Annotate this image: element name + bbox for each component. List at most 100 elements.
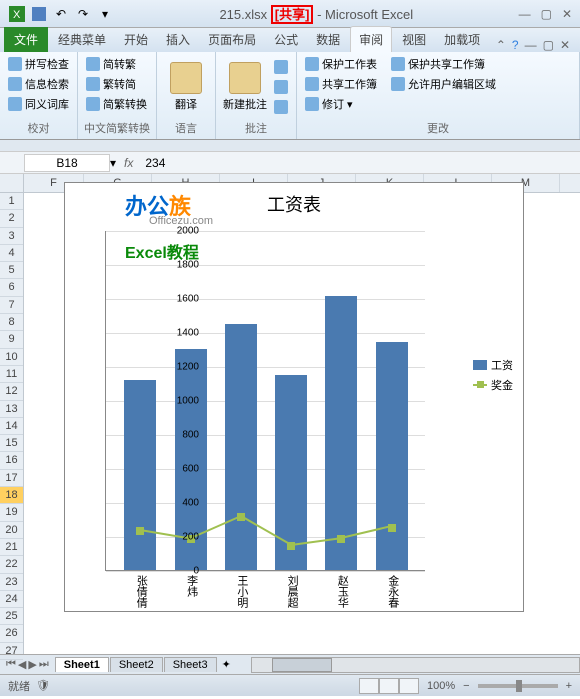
- row-header[interactable]: 21: [0, 539, 23, 556]
- view-break-icon[interactable]: [399, 678, 419, 694]
- ribbon-tab[interactable]: 数据: [308, 27, 348, 52]
- spellcheck-button[interactable]: 拼写检查: [6, 55, 71, 73]
- row-header[interactable]: 20: [0, 522, 23, 539]
- translate-button[interactable]: 翻译: [163, 55, 209, 118]
- x-label: 赵玉华: [334, 575, 350, 608]
- row-header[interactable]: 23: [0, 574, 23, 591]
- dropdown-icon[interactable]: ▾: [110, 156, 116, 170]
- ribbon-tab[interactable]: 页面布局: [200, 27, 264, 52]
- row-header[interactable]: 9: [0, 331, 23, 348]
- excel-icon[interactable]: X: [8, 5, 26, 23]
- row-header[interactable]: 18: [0, 487, 23, 504]
- group-language: 语言: [163, 118, 209, 136]
- row-header[interactable]: 24: [0, 591, 23, 608]
- row-header[interactable]: 14: [0, 418, 23, 435]
- redo-icon[interactable]: ↷: [74, 5, 92, 23]
- help-icon[interactable]: ?: [512, 38, 519, 52]
- ribbon-tab[interactable]: 审阅: [350, 26, 392, 52]
- row-header[interactable]: 17: [0, 470, 23, 487]
- share-book-button[interactable]: 共享工作簿: [303, 75, 379, 93]
- protect-book-button[interactable]: 保护共享工作簿: [389, 55, 487, 73]
- row-header[interactable]: 12: [0, 383, 23, 400]
- undo-icon[interactable]: ↶: [52, 5, 70, 23]
- sheet-tab[interactable]: Sheet3: [164, 657, 217, 672]
- new-comment-button[interactable]: 新建批注: [222, 55, 268, 118]
- doc-min-icon[interactable]: —: [525, 38, 537, 52]
- row-header[interactable]: 25: [0, 608, 23, 625]
- bar: [325, 296, 357, 570]
- line-point: [237, 513, 245, 521]
- help-collapse-icon[interactable]: ⌃: [496, 38, 506, 52]
- row-header[interactable]: 13: [0, 401, 23, 418]
- row-header[interactable]: 8: [0, 314, 23, 331]
- research-button[interactable]: 信息检索: [6, 75, 71, 93]
- ribbon-tab[interactable]: 开始: [116, 27, 156, 52]
- file-tab[interactable]: 文件: [4, 27, 48, 52]
- sheet-tab[interactable]: Sheet1: [55, 657, 109, 672]
- row-header[interactable]: 15: [0, 435, 23, 452]
- row-header[interactable]: 22: [0, 556, 23, 573]
- zoom-in-icon[interactable]: +: [566, 680, 572, 692]
- row-header[interactable]: 11: [0, 366, 23, 383]
- ribbon-tab[interactable]: 视图: [394, 27, 434, 52]
- doc-max-icon[interactable]: ▢: [543, 38, 554, 52]
- qat-dropdown-icon[interactable]: ▾: [96, 5, 114, 23]
- bar: [225, 324, 257, 571]
- group-changes: 更改: [303, 118, 573, 136]
- name-box[interactable]: B18: [24, 154, 110, 172]
- save-icon[interactable]: [30, 5, 48, 23]
- x-label: 王小明: [234, 575, 250, 608]
- x-label: 金永春: [385, 575, 401, 608]
- x-label: 张倩倩: [133, 575, 149, 608]
- close-icon[interactable]: ✕: [562, 7, 572, 21]
- row-header[interactable]: 16: [0, 452, 23, 469]
- horizontal-scrollbar[interactable]: [251, 657, 580, 673]
- thesaurus-button[interactable]: 同义词库: [6, 95, 71, 113]
- row-header[interactable]: 4: [0, 245, 23, 262]
- sc-button[interactable]: 简转繁: [84, 55, 149, 73]
- row-header[interactable]: 2: [0, 210, 23, 227]
- view-normal-icon[interactable]: [359, 678, 379, 694]
- row-header[interactable]: 5: [0, 262, 23, 279]
- ribbon-tab[interactable]: 经典菜单: [50, 27, 114, 52]
- comment-next-icon[interactable]: [272, 79, 290, 95]
- zoom-slider[interactable]: [478, 684, 558, 688]
- row-header[interactable]: 3: [0, 228, 23, 245]
- doc-close-icon[interactable]: ✕: [560, 38, 570, 52]
- minimize-icon[interactable]: —: [519, 7, 531, 21]
- maximize-icon[interactable]: ▢: [541, 7, 552, 21]
- tc-button[interactable]: 繁转简: [84, 75, 149, 93]
- row-header[interactable]: 7: [0, 297, 23, 314]
- comment-show-icon[interactable]: [272, 99, 290, 115]
- ribbon-tab[interactable]: 公式: [266, 27, 306, 52]
- view-layout-icon[interactable]: [379, 678, 399, 694]
- ribbon-tab[interactable]: 插入: [158, 27, 198, 52]
- x-label: 刘晨超: [284, 575, 300, 608]
- chart-object[interactable]: 办公族 Officezu.com 工资表 Excel教程 工资 奖金 02004…: [64, 182, 524, 612]
- row-header[interactable]: 10: [0, 349, 23, 366]
- zoom-out-icon[interactable]: −: [463, 680, 469, 692]
- zoom-level[interactable]: 100%: [427, 680, 455, 692]
- sheet-nav-first-icon[interactable]: ⏮: [6, 658, 16, 671]
- line-point: [388, 524, 396, 532]
- row-header[interactable]: 6: [0, 279, 23, 296]
- new-sheet-icon[interactable]: ✦: [222, 658, 231, 671]
- sheet-nav-prev-icon[interactable]: ◀: [18, 658, 26, 671]
- protect-sheet-button[interactable]: 保护工作表: [303, 55, 379, 73]
- y-tick: 800: [182, 430, 199, 441]
- row-header[interactable]: 26: [0, 625, 23, 642]
- comment-prev-icon[interactable]: [272, 59, 290, 75]
- shared-badge: [共享]: [271, 5, 314, 24]
- ribbon-tab[interactable]: 加载项: [436, 27, 488, 52]
- sheet-nav-last-icon[interactable]: ⏭: [39, 658, 49, 671]
- track-changes-button[interactable]: 修订 ▾: [303, 95, 498, 113]
- sheet-tab[interactable]: Sheet2: [110, 657, 163, 672]
- formula-bar[interactable]: 234: [141, 155, 580, 171]
- row-header[interactable]: 19: [0, 504, 23, 521]
- allow-edit-button[interactable]: 允许用户编辑区域: [389, 75, 498, 93]
- conv-button[interactable]: 简繁转换: [84, 95, 149, 113]
- y-tick: 1200: [177, 362, 199, 373]
- fx-icon[interactable]: fx: [124, 156, 133, 170]
- row-header[interactable]: 1: [0, 193, 23, 210]
- sheet-nav-next-icon[interactable]: ▶: [28, 658, 36, 671]
